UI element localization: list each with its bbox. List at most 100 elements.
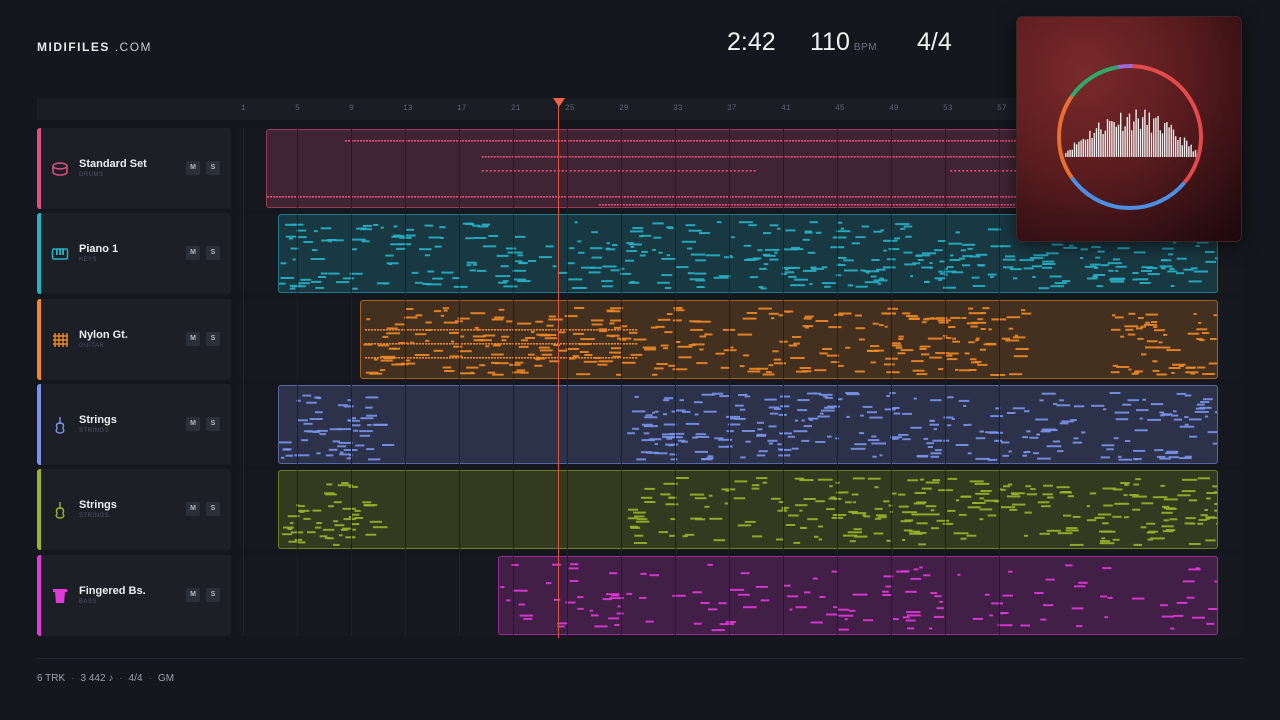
solo-button[interactable]: S	[206, 417, 220, 431]
track-header[interactable]: Strings STRINGS M S	[37, 384, 231, 465]
track-category: GUITAR	[79, 343, 105, 349]
playhead[interactable]	[558, 98, 559, 638]
brand-domain: .COM	[114, 40, 153, 54]
ruler-tick: 17	[457, 104, 467, 113]
mute-button[interactable]: M	[186, 246, 200, 260]
midi-standard: GM	[157, 673, 175, 684]
solo-button[interactable]: S	[206, 161, 220, 175]
time-readout: 2:42	[727, 28, 776, 56]
ruler-tick: 29	[619, 104, 629, 113]
track-name: Nylon Gt.	[79, 329, 128, 341]
ruler-tick: 5	[295, 104, 300, 113]
playhead-handle[interactable]	[553, 98, 565, 107]
status-footer: 6 TRK · 3 442 ♪ · 4/4 · GM	[37, 673, 174, 684]
ruler-tick: 41	[781, 104, 791, 113]
note-pattern	[281, 477, 1217, 546]
track-color-bar	[37, 555, 41, 636]
track-category: STRINGS	[79, 428, 110, 434]
midi-region[interactable]	[498, 556, 1218, 635]
separator: ·	[71, 673, 75, 684]
grid-line	[405, 128, 406, 636]
footer-signature: 4/4	[128, 673, 143, 684]
midi-region[interactable]	[278, 385, 1218, 464]
ruler-tick: 53	[943, 104, 953, 113]
note-count: 3 442 ♪	[80, 673, 114, 684]
ruler-tick: 1	[241, 104, 246, 113]
violin-icon	[51, 416, 69, 434]
track-category: BASS	[79, 599, 98, 605]
grid-line	[945, 128, 946, 636]
track-header[interactable]: Nylon Gt. GUITAR M S	[37, 299, 231, 380]
mute-button[interactable]: M	[186, 502, 200, 516]
separator: ·	[119, 673, 123, 684]
track-name: Strings	[79, 414, 117, 426]
solo-button[interactable]: S	[206, 332, 220, 346]
grid-line	[567, 128, 568, 636]
ruler-tick: 49	[889, 104, 899, 113]
track-name: Piano 1	[79, 243, 119, 255]
track-name: Standard Set	[79, 158, 147, 170]
bass-amp-icon	[51, 587, 69, 605]
track-color-bar	[37, 384, 41, 465]
solo-button[interactable]: S	[206, 502, 220, 516]
ruler-tick: 25	[565, 104, 575, 113]
track-color-bar	[37, 128, 41, 209]
mute-button[interactable]: M	[186, 588, 200, 602]
note-pattern	[363, 307, 1217, 376]
track-header[interactable]: Strings STRINGS M S	[37, 469, 231, 550]
track-name: Strings	[79, 499, 117, 511]
track-category: DRUMS	[79, 172, 104, 178]
violin-icon	[51, 501, 69, 519]
album-art	[1016, 16, 1242, 242]
ruler-tick: 37	[727, 104, 737, 113]
ruler-tick: 45	[835, 104, 845, 113]
track-header[interactable]: Piano 1 KEYS M S	[37, 213, 231, 294]
tempo-unit: BPM	[853, 42, 878, 53]
guitar-icon	[51, 331, 69, 349]
track-color-bar	[37, 213, 41, 294]
ruler-tick: 33	[673, 104, 683, 113]
grid-line	[729, 128, 730, 636]
grid-line	[999, 128, 1000, 636]
grid-line	[621, 128, 622, 636]
ruler-tick: 21	[511, 104, 521, 113]
grid-line	[675, 128, 676, 636]
mute-button[interactable]: M	[186, 332, 200, 346]
track-count: 6 TRK	[37, 673, 66, 684]
tempo-value: 110	[810, 28, 850, 56]
piano-icon	[51, 245, 69, 263]
track-color-bar	[37, 299, 41, 380]
grid-line	[351, 128, 352, 636]
track-color-bar	[37, 469, 41, 550]
grid-line	[891, 128, 892, 636]
track-header[interactable]: Fingered Bs. BASS M S	[37, 555, 231, 636]
grid-line	[783, 128, 784, 636]
grid-line	[513, 128, 514, 636]
ruler-tick: 9	[349, 104, 354, 113]
brand-name: MIDIFILES	[37, 40, 110, 54]
mute-button[interactable]: M	[186, 161, 200, 175]
note-pattern	[500, 563, 1217, 632]
note-pattern	[279, 392, 1217, 461]
solo-button[interactable]: S	[206, 246, 220, 260]
mute-button[interactable]: M	[186, 417, 200, 431]
grid-line	[243, 128, 244, 636]
solo-button[interactable]: S	[206, 588, 220, 602]
brand-logo: MIDIFILES .COM	[37, 40, 152, 54]
track-name: Fingered Bs.	[79, 585, 146, 597]
ruler-tick: 57	[997, 104, 1007, 113]
footer-divider	[37, 658, 1243, 659]
time-signature-readout: 4/4	[917, 28, 952, 56]
midi-region[interactable]	[360, 300, 1218, 379]
ruler-tick: 13	[403, 104, 413, 113]
grid-line	[459, 128, 460, 636]
grid-line	[297, 128, 298, 636]
waveform-ring-graphic	[1057, 63, 1203, 210]
grid-line	[837, 128, 838, 636]
drum-icon	[51, 160, 69, 178]
track-header[interactable]: Standard Set DRUMS M S	[37, 128, 231, 209]
track-category: KEYS	[79, 257, 98, 263]
track-category: STRINGS	[79, 513, 110, 519]
midi-region[interactable]	[278, 470, 1218, 549]
separator: ·	[148, 673, 152, 684]
